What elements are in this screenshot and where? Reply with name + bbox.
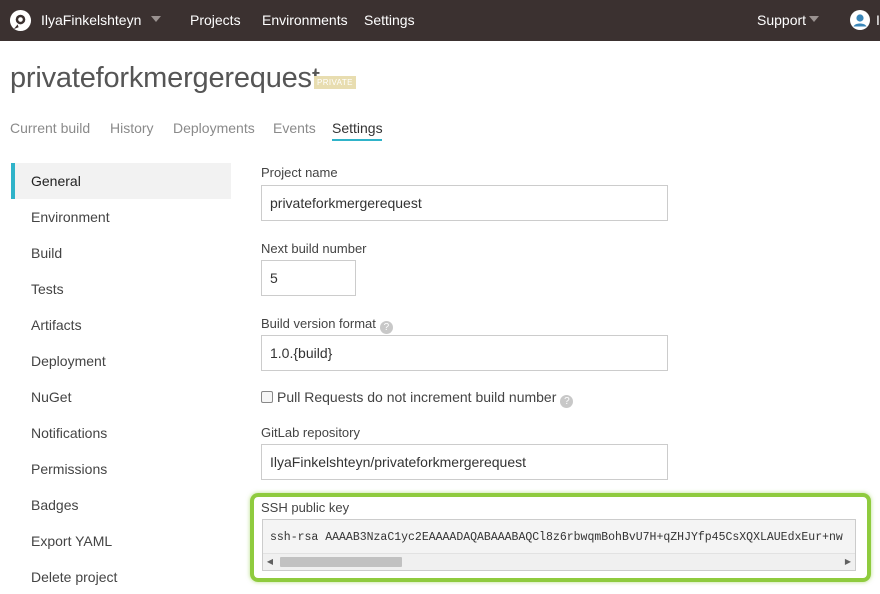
project-name-input[interactable] (261, 185, 668, 221)
caret-down-icon[interactable] (151, 16, 161, 22)
help-icon[interactable]: ? (560, 395, 574, 408)
build-version-format-label: Build version format? (261, 316, 393, 334)
sidebar-item-artifacts[interactable]: Artifacts (11, 307, 231, 343)
help-icon[interactable]: ? (379, 321, 393, 334)
sidebar-item-delete-project[interactable]: Delete project (11, 559, 231, 594)
gitlab-repository-label: GitLab repository (261, 425, 360, 440)
pr-increment-option: Pull Requests do not increment build num… (261, 389, 574, 408)
account-switcher[interactable]: IlyaFinkelshteyn (41, 12, 141, 28)
tab-history[interactable]: History (110, 120, 154, 136)
tab-deployments[interactable]: Deployments (173, 120, 255, 136)
top-navbar: IlyaFinkelshteyn Projects Environments S… (0, 0, 880, 41)
tab-events[interactable]: Events (273, 120, 316, 136)
active-tab-indicator (332, 139, 382, 141)
sidebar-item-deployment[interactable]: Deployment (11, 343, 231, 379)
nav-settings-link[interactable]: Settings (364, 12, 415, 28)
appveyor-logo-icon[interactable] (9, 9, 32, 32)
sidebar-item-tests[interactable]: Tests (11, 271, 231, 307)
nav-support-link[interactable]: Support (757, 12, 806, 28)
nav-environments-link[interactable]: Environments (262, 12, 348, 28)
sidebar-item-permissions[interactable]: Permissions (11, 451, 231, 487)
settings-sidebar: General Environment Build Tests Artifact… (11, 163, 231, 594)
gitlab-repository-input[interactable] (261, 444, 668, 480)
project-title: privateforkmergerequest (10, 62, 320, 94)
scroll-right-arrow-icon[interactable]: ▶ (843, 557, 853, 567)
sidebar-item-build[interactable]: Build (11, 235, 231, 271)
next-build-number-label: Next build number (261, 241, 367, 256)
ssh-public-key-field[interactable]: ssh-rsa AAAAB3NzaC1yc2EAAAADAQABAAABAQCl… (262, 519, 856, 571)
ssh-public-key-label: SSH public key (261, 500, 350, 515)
user-avatar-icon[interactable] (850, 10, 870, 30)
sidebar-item-badges[interactable]: Badges (11, 487, 231, 523)
scroll-left-arrow-icon[interactable]: ◀ (265, 557, 275, 567)
build-version-format-text: Build version format (261, 316, 376, 331)
user-name[interactable]: Il (876, 12, 880, 28)
tab-settings[interactable]: Settings (332, 120, 383, 136)
caret-down-icon[interactable] (809, 16, 819, 22)
ssh-public-key-text[interactable]: ssh-rsa AAAAB3NzaC1yc2EAAAADAQABAAABAQCl… (270, 531, 843, 544)
project-name-label: Project name (261, 165, 338, 180)
sidebar-item-general[interactable]: General (11, 163, 231, 199)
scrollbar-thumb[interactable] (280, 557, 402, 567)
build-version-format-input[interactable] (261, 335, 668, 371)
tab-current-build[interactable]: Current build (10, 120, 90, 136)
private-badge: PRIVATE (314, 76, 356, 89)
sidebar-item-export-yaml[interactable]: Export YAML (11, 523, 231, 559)
horizontal-scrollbar[interactable]: ◀ ▶ (263, 553, 855, 570)
pr-no-increment-checkbox[interactable] (261, 391, 273, 403)
nav-projects-link[interactable]: Projects (190, 12, 241, 28)
pr-no-increment-label[interactable]: Pull Requests do not increment build num… (277, 389, 556, 405)
sidebar-item-notifications[interactable]: Notifications (11, 415, 231, 451)
sidebar-item-environment[interactable]: Environment (11, 199, 231, 235)
sidebar-item-nuget[interactable]: NuGet (11, 379, 231, 415)
next-build-number-input[interactable] (261, 260, 356, 296)
